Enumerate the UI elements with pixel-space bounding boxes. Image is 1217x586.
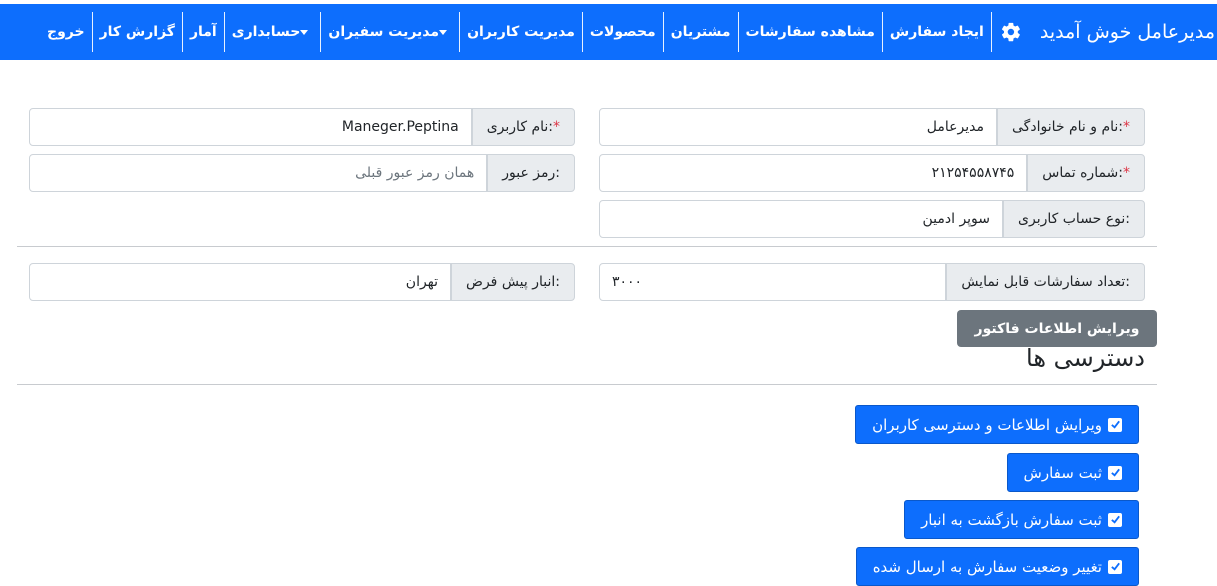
account-type-select[interactable]: سوپر ادمین xyxy=(599,200,1004,238)
checkbox-checked-icon[interactable] xyxy=(1108,559,1122,574)
warehouse-group: انبار پیش فرض: تهران xyxy=(29,263,575,301)
nav-user-management[interactable]: مدیریت کاربران xyxy=(460,4,582,60)
permission-label: تغییر وضعیت سفارش به ارسال شده xyxy=(872,557,1102,576)
permission-label: ثبت سفارش بازگشت به انبار xyxy=(921,510,1102,529)
permission-edit-users[interactable]: ویرایش اطلاعات و دسترسی کاربران xyxy=(855,405,1139,444)
gear-icon[interactable] xyxy=(1000,21,1022,43)
nav-divider xyxy=(990,12,992,52)
nav-label: ایجاد سفارش xyxy=(889,24,984,40)
nav-products[interactable]: محصولات xyxy=(583,4,663,60)
label-text: نام کاربری: xyxy=(486,119,553,135)
permission-label: ویرایش اطلاعات و دسترسی کاربران xyxy=(872,415,1102,434)
nav-divider xyxy=(320,12,322,52)
nav-divider xyxy=(91,12,93,52)
orders-count-label: تعداد سفارشات قابل نمایش: xyxy=(946,263,1145,301)
nav-ambassadors-dropdown[interactable]: مدیریت سفیران xyxy=(321,4,459,60)
nav-label: مشتریان xyxy=(670,24,731,40)
fullname-input[interactable]: مدیرعامل xyxy=(599,108,997,146)
permissions-heading: دسترسی ها xyxy=(1026,344,1145,372)
permission-return-order[interactable]: ثبت سفارش بازگشت به انبار xyxy=(904,500,1139,539)
permission-create-order[interactable]: ثبت سفارش xyxy=(1006,453,1139,492)
nav-work-report[interactable]: گزارش کار xyxy=(93,4,182,60)
checkbox-checked-icon[interactable] xyxy=(1108,512,1122,527)
nav-accounting-dropdown[interactable]: حسابداری xyxy=(225,4,321,60)
nav-label: حسابداری xyxy=(231,24,301,40)
warehouse-label: انبار پیش فرض: xyxy=(451,263,575,301)
password-label: رمز عبور: xyxy=(487,154,575,192)
required-mark: * xyxy=(1123,165,1130,181)
checkbox-checked-icon[interactable] xyxy=(1108,465,1122,480)
nav-divider xyxy=(881,12,883,52)
nav-view-orders[interactable]: مشاهده سفارشات xyxy=(739,4,882,60)
divider xyxy=(17,246,1157,247)
nav-label: گزارش کار xyxy=(99,24,175,40)
account-type-label: نوع حساب کاربری: xyxy=(1003,200,1145,238)
fullname-label: نام و نام خانوادگی: * xyxy=(997,108,1145,146)
nav-label: مدیریت سفیران xyxy=(328,24,440,40)
username-label: نام کاربری: * xyxy=(471,108,575,146)
nav-create-order[interactable]: ایجاد سفارش xyxy=(883,4,991,60)
nav-label: آمار xyxy=(189,24,217,40)
nav-customers[interactable]: مشتریان xyxy=(664,4,738,60)
phone-input[interactable]: ۲۱۲۵۴۵۵۸۷۴۵ xyxy=(599,154,1028,192)
nav-divider xyxy=(459,12,461,52)
fullname-group: نام و نام خانوادگی: * مدیرعامل xyxy=(599,108,1145,146)
brand-text: مدیرعامل خوش آمدید xyxy=(1039,21,1215,43)
username-group: نام کاربری: * Maneger.Peptina xyxy=(29,108,575,146)
nav-divider xyxy=(662,12,664,52)
phone-group: شماره تماس: * ۲۱۲۵۴۵۵۸۷۴۵ xyxy=(599,154,1145,192)
warehouse-select[interactable]: تهران xyxy=(29,263,452,301)
nav-label: مشاهده سفارشات xyxy=(745,24,875,40)
password-group: رمز عبور: همان رمز عبور قبلی xyxy=(29,154,575,192)
phone-label: شماره تماس: * xyxy=(1027,154,1145,192)
nav-logout[interactable]: خروج xyxy=(40,4,92,60)
password-input[interactable]: همان رمز عبور قبلی xyxy=(29,154,488,192)
username-input[interactable]: Maneger.Peptina xyxy=(29,108,472,146)
nav-label: مدیریت کاربران xyxy=(467,24,575,40)
top-navbar: مدیرعامل خوش آمدید ایجاد سفارش مشاهده سف… xyxy=(0,4,1217,60)
nav-divider xyxy=(737,12,739,52)
required-mark: * xyxy=(553,119,560,135)
orders-count-group: تعداد سفارشات قابل نمایش: ۳۰۰۰ xyxy=(599,263,1145,301)
permission-mark-shipped[interactable]: تغییر وضعیت سفارش به ارسال شده xyxy=(855,547,1139,586)
orders-count-input[interactable]: ۳۰۰۰ xyxy=(599,263,947,301)
caret-down-icon xyxy=(439,29,448,35)
navbar-brand[interactable]: مدیرعامل خوش آمدید xyxy=(992,4,1217,60)
required-mark: * xyxy=(1123,119,1130,135)
nav-label: خروج xyxy=(46,24,85,40)
account-type-group: نوع حساب کاربری: سوپر ادمین xyxy=(599,200,1145,238)
nav-statistics[interactable]: آمار xyxy=(183,4,224,60)
nav-divider xyxy=(581,12,583,52)
edit-invoice-button[interactable]: ویرایش اطلاعات فاکتور xyxy=(957,310,1157,347)
permission-label: ثبت سفارش xyxy=(1023,463,1102,482)
checkbox-checked-icon[interactable] xyxy=(1108,417,1122,432)
nav-label: محصولات xyxy=(589,24,656,40)
divider xyxy=(17,384,1157,385)
nav-divider xyxy=(223,12,225,52)
caret-down-icon xyxy=(300,29,309,35)
label-text: نام و نام خانوادگی: xyxy=(1012,119,1123,135)
nav-divider xyxy=(181,12,183,52)
label-text: شماره تماس: xyxy=(1042,165,1123,181)
